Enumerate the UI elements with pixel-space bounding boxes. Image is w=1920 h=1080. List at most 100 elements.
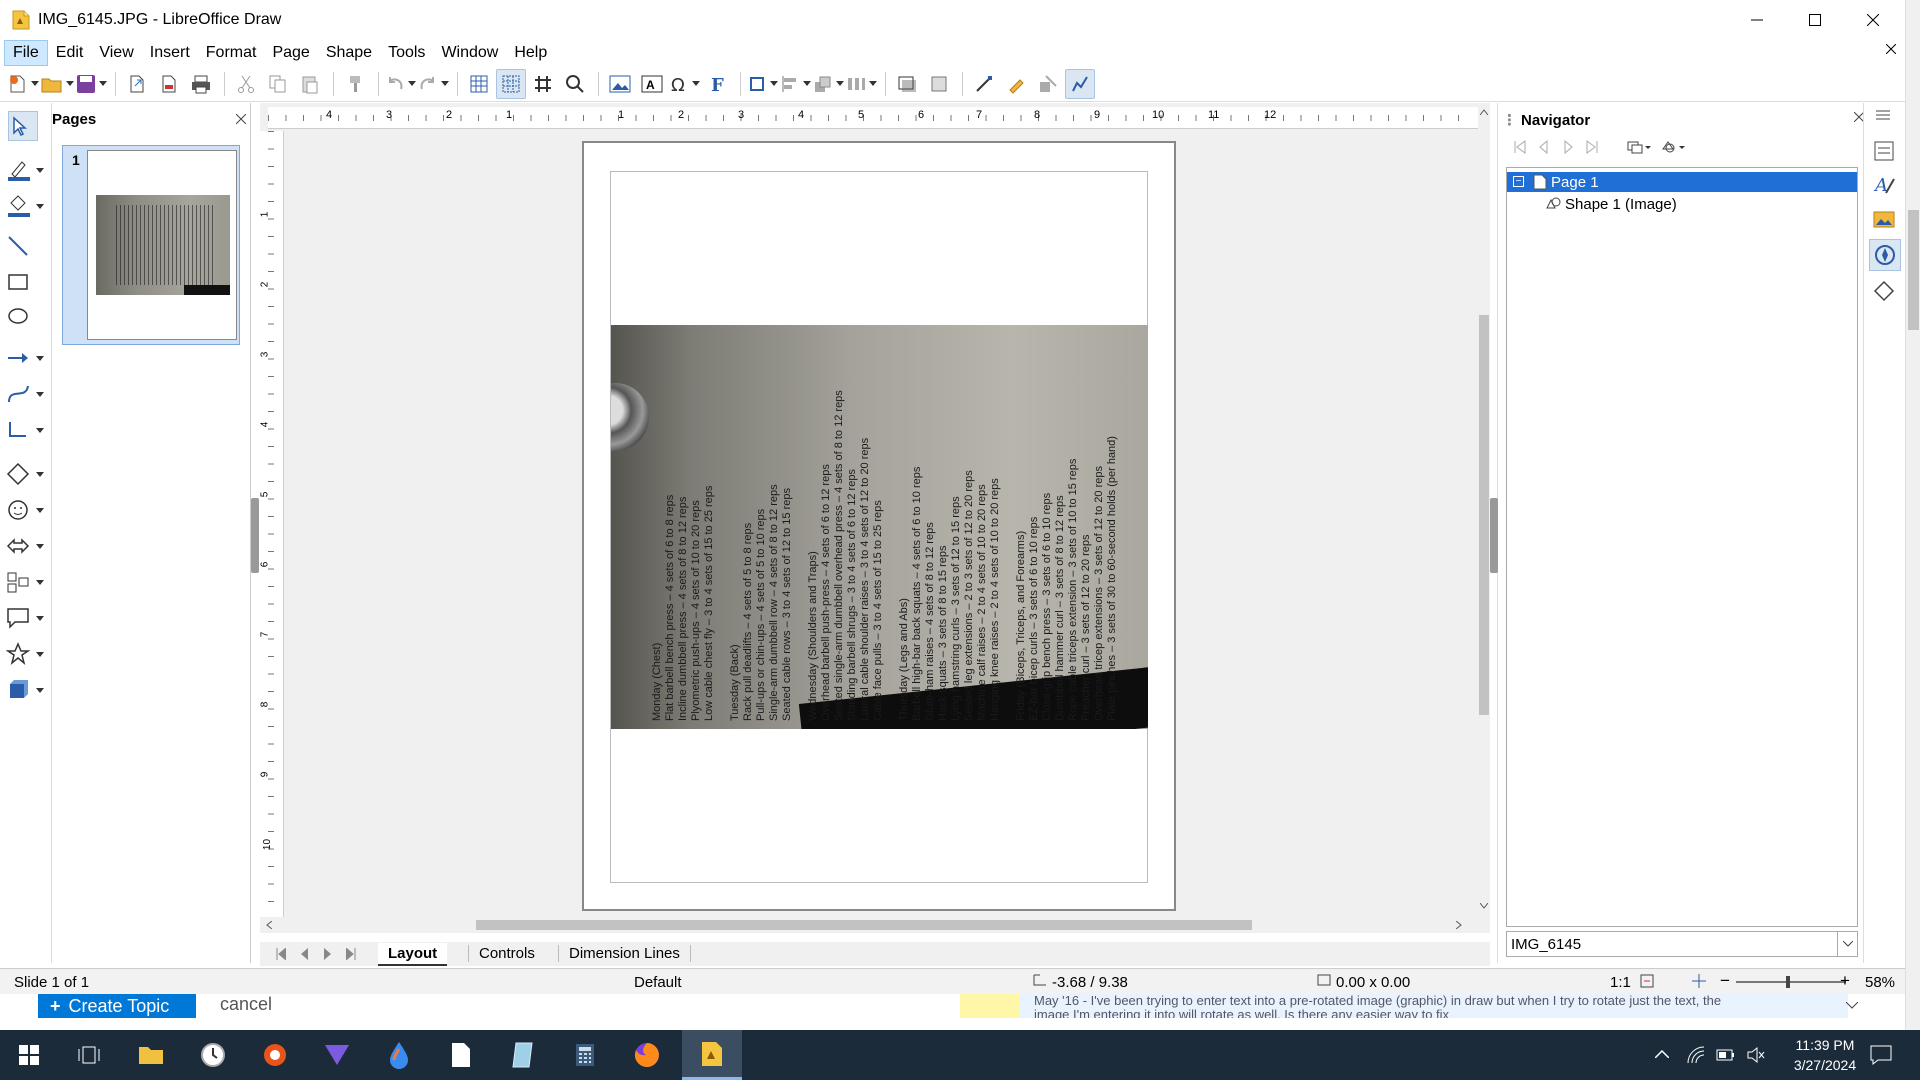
menu-edit[interactable]: Edit: [48, 41, 92, 65]
sidebar-menu-button[interactable]: [1876, 109, 1890, 121]
print-button[interactable]: [186, 69, 216, 99]
previous-page-icon[interactable]: [1536, 139, 1552, 155]
file-explorer-button[interactable]: [124, 1030, 178, 1080]
select-tool[interactable]: [8, 111, 38, 141]
copy-button[interactable]: [263, 69, 293, 99]
last-page-icon[interactable]: [1584, 139, 1600, 155]
layout-name[interactable]: Default: [634, 974, 682, 991]
app-button-notes[interactable]: [496, 1030, 550, 1080]
show-draw-functions-button[interactable]: [1065, 68, 1095, 99]
shadow-button[interactable]: [892, 69, 922, 99]
zoom-percentage[interactable]: 58%: [1865, 974, 1895, 991]
network-icon[interactable]: [1686, 1045, 1706, 1065]
firefox-button[interactable]: [620, 1030, 674, 1080]
chevron-down-icon[interactable]: [1846, 1002, 1858, 1010]
tree-item-page-1[interactable]: − Page 1: [1507, 172, 1857, 192]
export-button[interactable]: [122, 69, 152, 99]
first-tab-icon[interactable]: [276, 948, 286, 960]
paste-button[interactable]: [295, 69, 325, 99]
clone-formatting-button[interactable]: [340, 69, 370, 99]
previous-tab-icon[interactable]: [300, 948, 308, 960]
fit-page-icon[interactable]: [1692, 974, 1706, 988]
tab-controls[interactable]: Controls: [468, 945, 545, 962]
menu-page[interactable]: Page: [264, 41, 317, 65]
transformations-button[interactable]: [747, 69, 778, 99]
lines-arrows-tool[interactable]: [6, 343, 46, 373]
clock-app-button[interactable]: [186, 1030, 240, 1080]
menu-file[interactable]: File: [4, 40, 48, 66]
menu-view[interactable]: View: [91, 41, 141, 65]
distribute-button[interactable]: [846, 69, 877, 99]
callouts-tool[interactable]: [6, 603, 46, 633]
background-scroll-thumb[interactable]: [1908, 210, 1919, 330]
line-tool[interactable]: [6, 231, 46, 261]
drag-mode-icon[interactable]: [1626, 139, 1652, 155]
search-result-snippet[interactable]: May '16 - I've been trying to enter text…: [1020, 994, 1848, 1018]
menu-help[interactable]: Help: [506, 41, 555, 65]
menu-insert[interactable]: Insert: [142, 41, 198, 65]
arrange-button[interactable]: [813, 69, 844, 99]
close-pages-pane-button[interactable]: [236, 114, 246, 124]
create-topic-button[interactable]: + Create Topic: [38, 994, 196, 1018]
minimize-button[interactable]: [1728, 0, 1786, 40]
vertical-ruler[interactable]: 1 2 3 4 5 6 7 8 9 10: [259, 131, 284, 926]
zoom-out-button[interactable]: −: [1720, 971, 1730, 991]
tab-layout[interactable]: Layout: [378, 943, 448, 966]
zoom-in-button[interactable]: +: [1840, 971, 1850, 991]
redo-button[interactable]: [418, 69, 449, 99]
menu-window[interactable]: Window: [433, 41, 506, 65]
open-button[interactable]: [41, 69, 74, 99]
horizontal-scrollbar[interactable]: [260, 917, 1478, 933]
chevron-up-icon[interactable]: [1655, 1050, 1669, 1058]
vertical-scrollbar[interactable]: [1478, 103, 1490, 913]
save-button[interactable]: [76, 69, 107, 99]
drag-handle-icon[interactable]: ⋮: [1502, 112, 1517, 129]
glue-points-button[interactable]: [1001, 69, 1031, 99]
block-arrows-tool[interactable]: [6, 531, 46, 561]
fill-color-tool[interactable]: [6, 191, 46, 221]
menu-tools[interactable]: Tools: [380, 41, 433, 65]
new-document-button[interactable]: [8, 69, 39, 99]
menu-format[interactable]: Format: [198, 41, 265, 65]
stars-tool[interactable]: [6, 639, 46, 669]
first-page-icon[interactable]: [1512, 139, 1528, 155]
drawing-page[interactable]: Monday (Chest) Flat barbell bench press –…: [582, 141, 1176, 911]
zoom-slider-thumb[interactable]: [1786, 976, 1790, 988]
vertical-scroll-thumb[interactable]: [1479, 315, 1489, 715]
crop-button[interactable]: [924, 69, 954, 99]
snap-to-grid-button[interactable]: [528, 69, 558, 99]
curves-tool[interactable]: [6, 379, 46, 409]
libreoffice-draw-taskbar-button[interactable]: [682, 1030, 742, 1080]
notifications-icon[interactable]: [1870, 1045, 1892, 1065]
calculator-button[interactable]: [558, 1030, 612, 1080]
document-dropdown-button[interactable]: [1837, 932, 1857, 956]
points-button[interactable]: [969, 69, 999, 99]
export-pdf-button[interactable]: [154, 69, 184, 99]
pages-pane-collapse-handle[interactable]: [251, 498, 259, 573]
sidebar-collapse-handle[interactable]: [1490, 498, 1498, 573]
close-window-button[interactable]: [1844, 0, 1902, 40]
sidebar-styles-button[interactable]: A: [1872, 173, 1898, 199]
app-button-orange[interactable]: [248, 1030, 302, 1080]
close-document-button[interactable]: [1886, 44, 1896, 54]
app-button-triangle[interactable]: [310, 1030, 364, 1080]
volume-muted-icon[interactable]: [1746, 1046, 1766, 1064]
menu-shape[interactable]: Shape: [318, 41, 380, 65]
line-color-tool[interactable]: [6, 155, 46, 185]
align-objects-button[interactable]: [780, 69, 811, 99]
maximize-button[interactable]: [1786, 0, 1844, 40]
system-clock[interactable]: 11:39 PM 3/27/2024: [1780, 1035, 1870, 1075]
rectangle-tool[interactable]: [6, 267, 46, 297]
collapse-icon[interactable]: −: [1513, 176, 1524, 187]
undo-button[interactable]: [385, 69, 416, 99]
zoom-button[interactable]: [560, 69, 590, 99]
insert-image-button[interactable]: [605, 69, 635, 99]
special-character-button[interactable]: Ω: [669, 69, 700, 99]
next-tab-icon[interactable]: [324, 948, 332, 960]
start-button[interactable]: [2, 1030, 56, 1080]
page-thumbnail-1[interactable]: 1: [62, 145, 240, 345]
scale-factor[interactable]: 1:1: [1610, 974, 1631, 991]
battery-icon[interactable]: [1716, 1048, 1736, 1062]
insert-textbox-button[interactable]: A: [637, 69, 667, 99]
horizontal-scroll-thumb[interactable]: [476, 920, 1252, 930]
